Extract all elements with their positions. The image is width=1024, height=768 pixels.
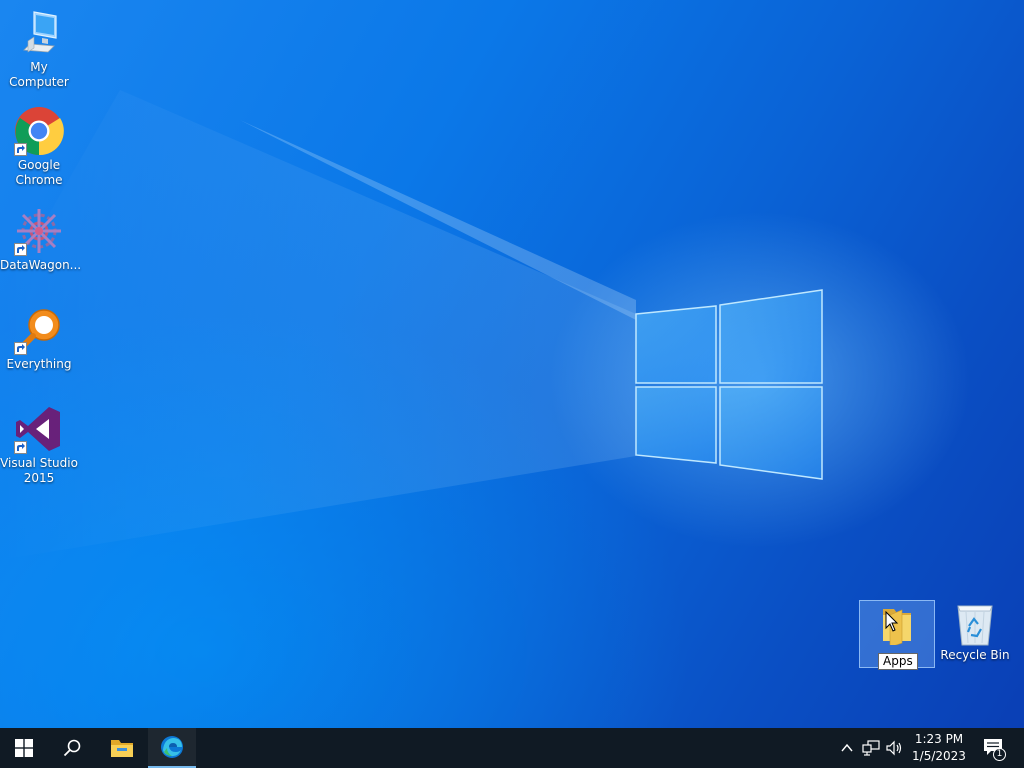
notification-count-badge: 1 <box>993 748 1006 761</box>
computer-icon <box>14 8 64 58</box>
desktop-icon-datawagon[interactable]: DataWagon... <box>0 206 82 273</box>
desktop-icon-label: Everything <box>6 357 72 371</box>
shortcut-arrow-icon <box>14 243 27 256</box>
visual-studio-icon <box>14 404 64 454</box>
desktop-icon-label: Visual Studio 2015 <box>0 456 78 485</box>
file-explorer-icon <box>111 740 133 757</box>
windows-start-icon <box>15 739 33 757</box>
desktop-icon-label: Apps <box>878 653 918 670</box>
action-center-button[interactable]: 1 <box>980 736 1008 762</box>
system-clock[interactable]: 1:23 PM 1/5/2023 <box>906 731 972 765</box>
clock-time: 1:23 PM <box>914 732 964 746</box>
chrome-icon <box>14 106 64 156</box>
shortcut-arrow-icon <box>14 441 27 454</box>
edge-icon <box>161 736 183 758</box>
desktop-icon-google-chrome[interactable]: Google Chrome <box>0 106 78 188</box>
taskbar-file-explorer[interactable] <box>98 728 146 768</box>
desktop-icon-label: My Computer <box>9 60 69 89</box>
show-hidden-icons-chevron-icon[interactable] <box>840 742 854 754</box>
magnifier-icon <box>14 305 64 355</box>
desktop-icon-label: DataWagon... <box>0 258 82 272</box>
start-button[interactable] <box>0 728 48 768</box>
taskbar: 1:23 PM 1/5/2023 1 <box>0 728 1024 768</box>
desktop-icon-recycle-bin[interactable]: Recycle Bin <box>936 602 1014 663</box>
clock-date: 1/5/2023 <box>912 749 966 763</box>
desktop-icon-visual-studio-2015[interactable]: Visual Studio 2015 <box>0 404 78 486</box>
recycle-bin-icon <box>950 602 1000 646</box>
taskbar-edge[interactable] <box>148 728 196 768</box>
desktop-icon-my-computer[interactable]: My Computer <box>0 8 78 90</box>
volume-icon[interactable] <box>886 740 904 756</box>
datawagon-icon <box>14 206 64 256</box>
shortcut-arrow-icon <box>14 342 27 355</box>
desktop-icon-everything[interactable]: Everything <box>0 305 78 372</box>
mouse-cursor-icon <box>885 611 899 632</box>
shortcut-arrow-icon <box>14 143 27 156</box>
desktop-icon-label: Google Chrome <box>15 158 63 187</box>
search-icon <box>63 739 81 757</box>
search-button[interactable] <box>48 728 96 768</box>
desktop-icon-label: Recycle Bin <box>940 648 1010 662</box>
network-icon[interactable] <box>862 740 880 756</box>
